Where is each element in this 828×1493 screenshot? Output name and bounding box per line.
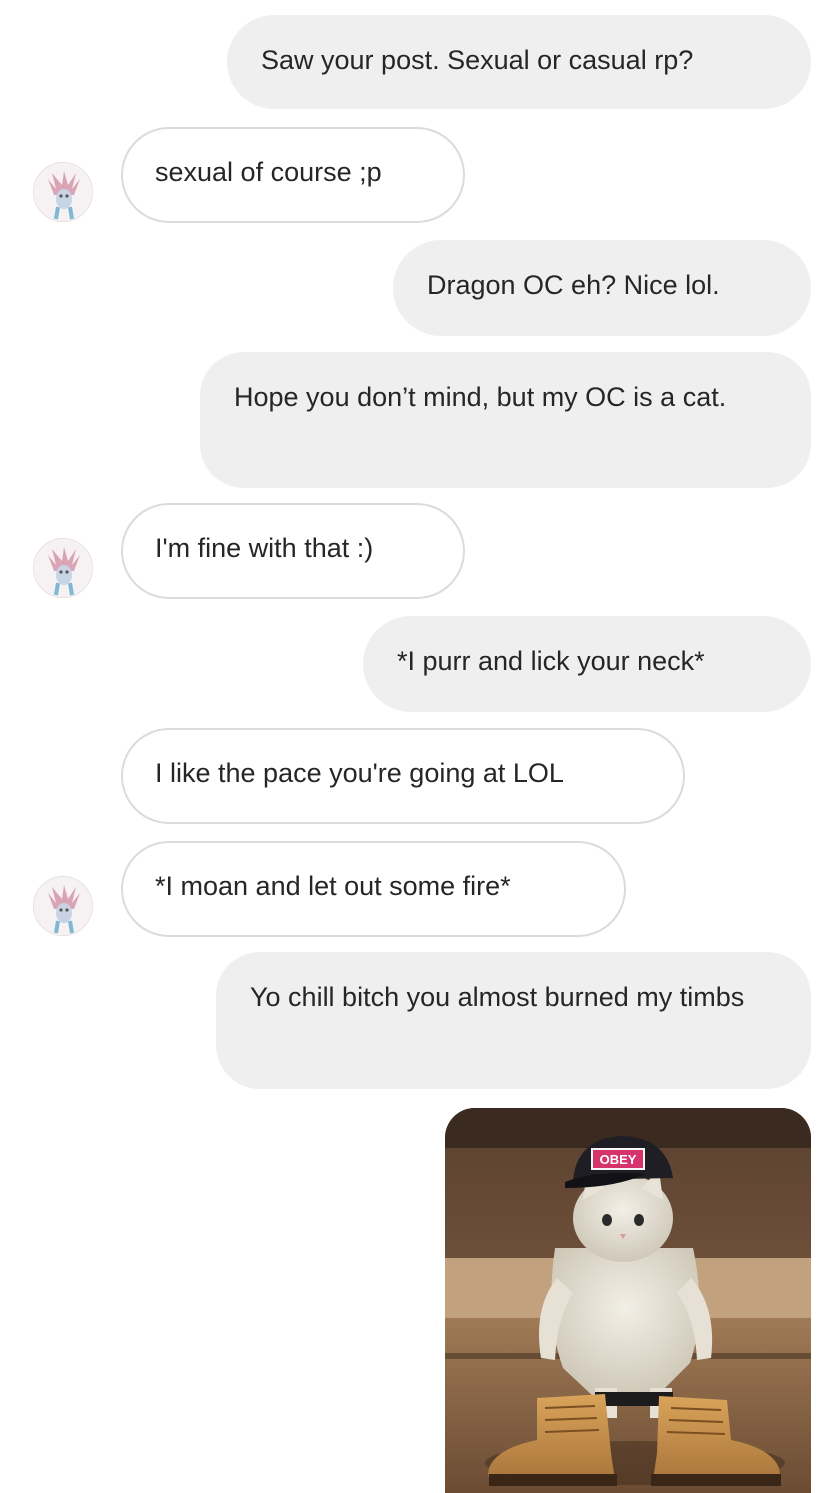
- message-text: Yo chill bitch you almost burned my timb…: [250, 982, 745, 1012]
- received-message[interactable]: *I moan and let out some fire*: [121, 841, 626, 937]
- dragon-avatar-icon: [34, 163, 92, 221]
- sent-message[interactable]: Hope you don’t mind, but my OC is a cat.: [200, 352, 811, 488]
- chat-thread: Saw your post. Sexual or casual rp? sexu…: [0, 0, 828, 1493]
- dragon-avatar-icon: [34, 539, 92, 597]
- contact-avatar[interactable]: [33, 162, 93, 222]
- message-text: I like the pace you're going at LOL: [155, 758, 564, 788]
- message-text: Dragon OC eh? Nice lol.: [427, 270, 720, 300]
- cap-logo-text: OBEY: [600, 1152, 637, 1167]
- sent-message[interactable]: Dragon OC eh? Nice lol.: [393, 240, 811, 336]
- cat-with-boots-image: OBEY: [445, 1108, 811, 1493]
- received-message[interactable]: I'm fine with that :): [121, 503, 465, 599]
- received-message[interactable]: I like the pace you're going at LOL: [121, 728, 685, 824]
- message-text: Saw your post. Sexual or casual rp?: [261, 45, 694, 75]
- message-text: *I purr and lick your neck*: [397, 646, 705, 676]
- sent-message[interactable]: Yo chill bitch you almost burned my timb…: [216, 952, 811, 1089]
- received-message[interactable]: sexual of course ;p: [121, 127, 465, 223]
- dragon-avatar-icon: [34, 877, 92, 935]
- contact-avatar[interactable]: [33, 538, 93, 598]
- message-text: Hope you don’t mind, but my OC is a cat.: [234, 382, 727, 412]
- message-text: *I moan and let out some fire*: [155, 871, 511, 901]
- message-text: sexual of course ;p: [155, 157, 382, 187]
- sent-message[interactable]: Saw your post. Sexual or casual rp?: [227, 15, 811, 109]
- photo-message[interactable]: OBEY: [445, 1108, 811, 1493]
- contact-avatar[interactable]: [33, 876, 93, 936]
- message-text: I'm fine with that :): [155, 533, 374, 563]
- sent-message[interactable]: *I purr and lick your neck*: [363, 616, 811, 712]
